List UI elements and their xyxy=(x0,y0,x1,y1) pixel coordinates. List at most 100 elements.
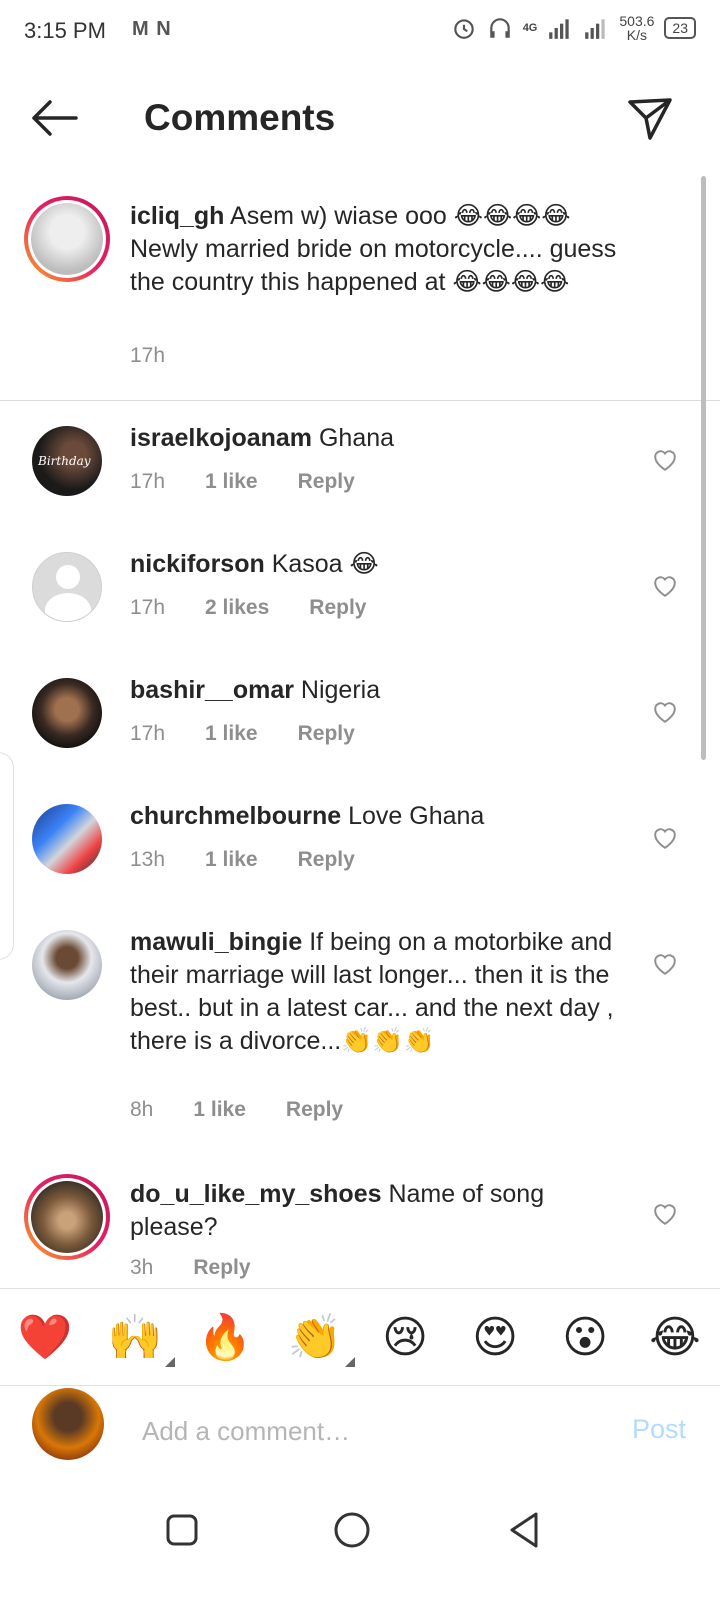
signal-icon xyxy=(549,19,570,39)
comment-input-row: Post xyxy=(0,1388,720,1472)
emoji-quick-bar: ❤️ 🙌 🔥 👏 😢 😍 😮 😂 xyxy=(0,1288,720,1386)
emoji-clap[interactable]: 👏 xyxy=(285,1311,355,1367)
avatar[interactable] xyxy=(32,930,102,1000)
send-icon[interactable] xyxy=(626,94,674,142)
post-caption: icliq_gh Asem w) wiase ooo 😂😂😂😂 Newly ma… xyxy=(0,176,720,401)
comment-body: Love Ghana xyxy=(341,802,485,830)
system-nav-bar xyxy=(0,1490,720,1570)
heart-icon[interactable] xyxy=(652,826,678,850)
comment-time: 13h xyxy=(130,848,166,871)
headphones-icon xyxy=(489,18,510,38)
likes-count[interactable]: 1 like xyxy=(205,470,258,494)
reply-button[interactable]: Reply xyxy=(298,470,355,494)
emoji-crying[interactable]: 😢 xyxy=(375,1312,435,1363)
comment-item: nickiforson Kasoa 😂 17h 2 likes Reply xyxy=(0,536,720,656)
header: Comments xyxy=(0,80,720,160)
notification-icons: M N xyxy=(132,18,172,40)
reply-button[interactable]: Reply xyxy=(298,848,355,872)
comment-item: bashir__omar Nigeria 17h 1 like Reply xyxy=(0,662,720,782)
comment-item: Birthday israelkojoanam Ghana 17h 1 like… xyxy=(0,410,720,530)
status-right: 4G 503.6 K/s 23 xyxy=(451,14,696,42)
emoji-laughing[interactable]: 😂 xyxy=(645,1312,705,1363)
comment-meta: 3h Reply xyxy=(130,1256,251,1280)
page-title: Comments xyxy=(144,97,336,138)
comment-meta: 17h 1 like Reply xyxy=(130,722,355,746)
skin-tone-indicator xyxy=(345,1357,355,1367)
network-type: 4G xyxy=(522,22,538,34)
comment-text: mawuli_bingie If being on a motorbike an… xyxy=(130,926,624,1058)
comment-body: Nigeria xyxy=(293,676,381,704)
reply-button[interactable]: Reply xyxy=(286,1098,343,1122)
comment-username[interactable]: nickiforson xyxy=(130,550,265,578)
avatar[interactable] xyxy=(32,552,102,622)
avatar[interactable] xyxy=(24,196,110,282)
comment-time: 17h xyxy=(130,470,166,493)
comment-time: 3h xyxy=(130,1256,154,1279)
speed-value: 503.6 xyxy=(619,13,655,29)
comment-text: bashir__omar Nigeria xyxy=(130,674,624,707)
recent-apps-icon[interactable] xyxy=(162,1510,202,1550)
caption-meta: 17h xyxy=(130,344,165,368)
caption-time: 17h xyxy=(130,344,166,367)
heart-icon[interactable] xyxy=(652,700,678,724)
back-arrow-icon[interactable] xyxy=(28,96,80,140)
comment-username[interactable]: mawuli_bingie xyxy=(130,928,302,956)
data-speed: 503.6 K/s xyxy=(619,14,654,42)
heart-icon[interactable] xyxy=(652,574,678,598)
likes-count[interactable]: 2 likes xyxy=(205,596,269,620)
emoji-surprised[interactable]: 😮 xyxy=(555,1312,615,1363)
avatar[interactable]: Birthday xyxy=(32,426,102,496)
comment-username[interactable]: bashir__omar xyxy=(130,676,294,704)
comment-body: Ghana xyxy=(312,424,395,452)
avatar[interactable] xyxy=(32,804,102,874)
status-time: 3:15 PM xyxy=(24,18,106,43)
status-bar: 3:15 PM M N 4G 503.6 K/s 23 xyxy=(0,0,720,64)
reply-button[interactable]: Reply xyxy=(309,596,366,620)
comment-time: 17h xyxy=(130,596,166,619)
likes-count[interactable]: 1 like xyxy=(205,848,258,872)
comment-username[interactable]: israelkojoanam xyxy=(130,424,312,452)
reply-button[interactable]: Reply xyxy=(193,1256,250,1280)
back-nav-icon[interactable] xyxy=(504,1510,544,1550)
comment-username[interactable]: churchmelbourne xyxy=(130,802,341,830)
alarm-icon xyxy=(453,19,474,39)
comment-meta: 17h 2 likes Reply xyxy=(130,596,366,620)
comment-username[interactable]: do_u_like_my_shoes xyxy=(130,1180,382,1208)
comment-input[interactable] xyxy=(140,1408,584,1454)
avatar-label: Birthday xyxy=(38,454,91,468)
comment-time: 8h xyxy=(130,1098,154,1121)
avatar[interactable] xyxy=(32,678,102,748)
reply-button[interactable]: Reply xyxy=(298,722,355,746)
signal-icon-2 xyxy=(585,19,606,39)
emoji-clap-glyph: 👏 xyxy=(287,1313,343,1362)
emoji-heart[interactable]: ❤️ xyxy=(15,1311,75,1363)
skin-tone-indicator xyxy=(165,1357,175,1367)
battery-indicator: 23 xyxy=(664,17,696,39)
heart-icon[interactable] xyxy=(652,1202,678,1226)
heart-icon[interactable] xyxy=(652,448,678,472)
comment-meta: 8h 1 like Reply xyxy=(130,1098,343,1122)
comment-item: churchmelbourne Love Ghana 13h 1 like Re… xyxy=(0,788,720,908)
emoji-fire[interactable]: 🔥 xyxy=(195,1311,255,1363)
home-icon[interactable] xyxy=(332,1510,372,1550)
avatar[interactable] xyxy=(24,1174,110,1260)
comment-item: do_u_like_my_shoes Name of song please? … xyxy=(0,1168,720,1286)
comment-text: do_u_like_my_shoes Name of song please? xyxy=(130,1178,624,1244)
comment-text: churchmelbourne Love Ghana xyxy=(130,800,624,833)
comment-meta: 17h 1 like Reply xyxy=(130,470,355,494)
comment-text: nickiforson Kasoa 😂 xyxy=(130,548,624,581)
emoji-heart-eyes[interactable]: 😍 xyxy=(465,1312,525,1363)
post-button[interactable]: Post xyxy=(632,1414,686,1445)
likes-count[interactable]: 1 like xyxy=(193,1098,246,1122)
comment-body: Kasoa 😂 xyxy=(264,550,379,578)
my-avatar xyxy=(32,1388,104,1460)
likes-count[interactable]: 1 like xyxy=(205,722,258,746)
comment-item: mawuli_bingie If being on a motorbike an… xyxy=(0,914,720,1162)
comment-text: israelkojoanam Ghana xyxy=(130,422,624,455)
emoji-raised-hands-glyph: 🙌 xyxy=(107,1313,163,1362)
heart-icon[interactable] xyxy=(652,952,678,976)
speed-unit: K/s xyxy=(626,27,648,43)
caption-username[interactable]: icliq_gh xyxy=(130,202,224,230)
emoji-raised-hands[interactable]: 🙌 xyxy=(105,1311,175,1367)
comment-time: 17h xyxy=(130,722,166,745)
